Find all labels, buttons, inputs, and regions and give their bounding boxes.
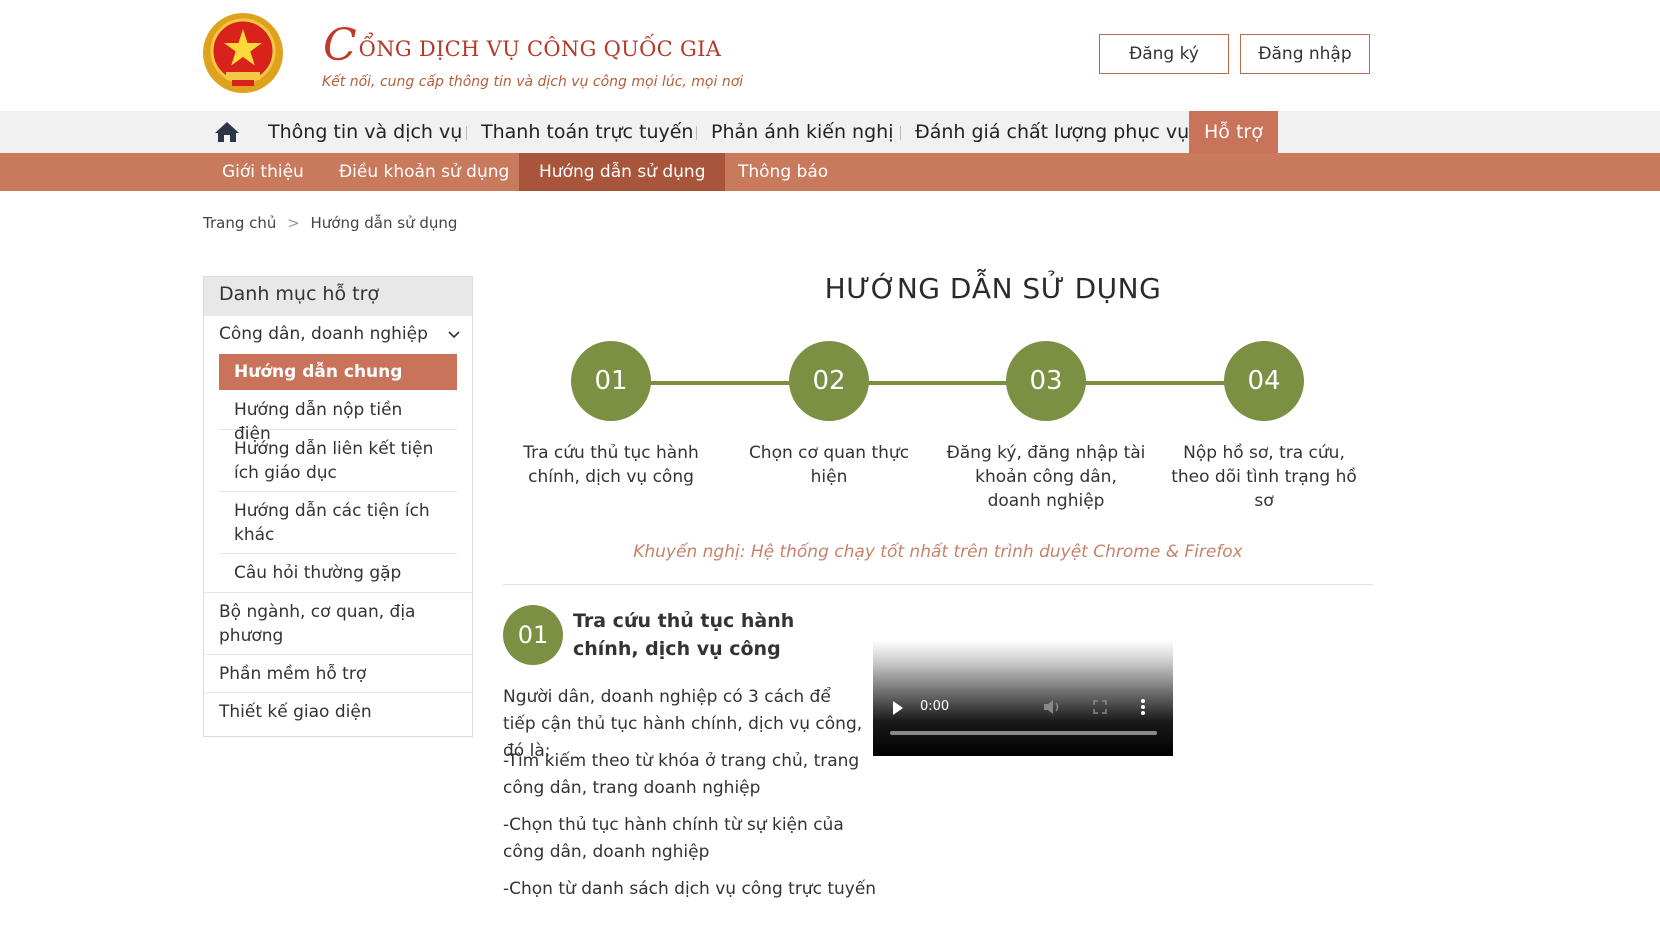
sidebar-item-education-link-guide[interactable]: Hướng dẫn liên kết tiện ích giáo dục [219, 430, 457, 492]
sidebar-item-electricity-payment-guide[interactable]: Hướng dẫn nộp tiền điện [219, 392, 457, 444]
video-time: 0:00 [920, 699, 950, 714]
section-title: Tra cứu thủ tục hành chính, dịch vụ công [573, 610, 795, 660]
support-sidebar: Danh mục hỗ trợ Công dân, doanh nghiệp H… [203, 276, 473, 737]
nav-item-information-services[interactable]: Thông tin và dịch vụ [253, 111, 477, 153]
subnav-item-terms-of-use[interactable]: Điều khoản sử dụng [319, 153, 529, 191]
page-title: HƯỚNG DẪN SỬ DỤNG [824, 272, 1162, 305]
site-tagline: Kết nối, cung cấp thông tin và dịch vụ c… [322, 74, 744, 90]
sidebar-item-other-utilities-guide[interactable]: Hướng dẫn các tiện ích khác [219, 492, 457, 554]
site-title-initial: C [323, 20, 357, 71]
sidebar-item-interface-design[interactable]: Thiết kế giao diện [204, 692, 472, 730]
sidebar-item-faq[interactable]: Câu hỏi thường gặp [219, 554, 457, 592]
section-number-badge: 01 [503, 605, 563, 665]
more-options-icon[interactable] [1140, 698, 1146, 716]
browser-recommendation: Khuyến nghị: Hệ thống chạy tốt nhất trên… [633, 542, 1243, 562]
step-description: Chọn cơ quan thực hiện [748, 443, 910, 487]
site-title[interactable]: C ỔNG DỊCH VỤ CÔNG QUỐC GIA [323, 20, 722, 71]
step-description: Đăng ký, đăng nhập tài khoản công dân, d… [946, 443, 1146, 511]
step-description: Tra cứu thủ tục hành chính, dịch vụ công [523, 443, 699, 487]
nav-item-feedback[interactable]: Phản ánh kiến nghị [696, 111, 908, 153]
sidebar-item-support-software[interactable]: Phần mềm hỗ trợ [204, 654, 472, 692]
subnav-item-user-guide[interactable]: Hướng dẫn sử dụng [519, 153, 726, 191]
guide-video-player[interactable]: 0:00 [873, 640, 1173, 756]
section-paragraph: -Chọn từ danh sách dịch vụ công trực tuy… [503, 879, 877, 899]
sidebar-item-general-guide[interactable]: Hướng dẫn chung [219, 354, 457, 390]
site-title-text: ỔNG DỊCH VỤ CÔNG QUỐC GIA [358, 37, 722, 61]
sidebar-group-citizens-businesses[interactable]: Công dân, doanh nghiệp [204, 315, 472, 353]
breadcrumb-current: Hướng dẫn sử dụng [310, 214, 458, 232]
section-paragraph: -Tìm kiếm theo từ khóa ở trang chủ, tran… [503, 751, 860, 798]
play-icon[interactable] [893, 701, 903, 715]
sidebar-heading: Danh mục hỗ trợ [204, 277, 472, 315]
section-paragraph: -Chọn thủ tục hành chính từ sự kiện của … [503, 815, 844, 862]
video-progress-bar[interactable] [890, 731, 1157, 735]
step-number-badge: 04 [1224, 341, 1304, 421]
breadcrumb-separator: > [287, 214, 300, 232]
nav-item-online-payment[interactable]: Thanh toán trực tuyến [466, 111, 708, 153]
breadcrumb: Trang chủ > Hướng dẫn sử dụng [203, 214, 457, 232]
nav-item-support[interactable]: Hỗ trợ [1189, 111, 1278, 153]
register-button[interactable]: Đăng ký [1099, 34, 1229, 74]
step-description: Nộp hồ sơ, tra cứu, theo dõi tình trạng … [1171, 443, 1357, 511]
step-number-badge: 03 [1006, 341, 1086, 421]
sidebar-group-label: Công dân, doanh nghiệp [219, 324, 428, 344]
content-divider [503, 584, 1373, 585]
sidebar-item-ministries-agencies[interactable]: Bộ ngành, cơ quan, địa phương [204, 592, 472, 654]
nav-item-service-rating[interactable]: Đánh giá chất lượng phục vụ [900, 111, 1204, 153]
national-emblem-logo[interactable] [202, 12, 284, 94]
chevron-down-icon[interactable] [448, 329, 460, 341]
step-number-badge: 02 [789, 341, 869, 421]
subnav-item-introduction[interactable]: Giới thiệu [202, 153, 324, 191]
steps-connector-line [610, 381, 1265, 385]
step-number-badge: 01 [571, 341, 651, 421]
login-button[interactable]: Đăng nhập [1240, 34, 1370, 74]
main-navigation: Thông tin và dịch vụ Thanh toán trực tuy… [0, 111, 1660, 153]
breadcrumb-home-link[interactable]: Trang chủ [203, 214, 276, 232]
home-icon[interactable] [214, 120, 240, 144]
sub-navigation: Giới thiệu Điều khoản sử dụng Hướng dẫn … [0, 153, 1660, 191]
volume-icon[interactable] [1043, 699, 1061, 715]
fullscreen-icon[interactable] [1093, 700, 1107, 714]
subnav-item-announcements[interactable]: Thông báo [718, 153, 848, 191]
